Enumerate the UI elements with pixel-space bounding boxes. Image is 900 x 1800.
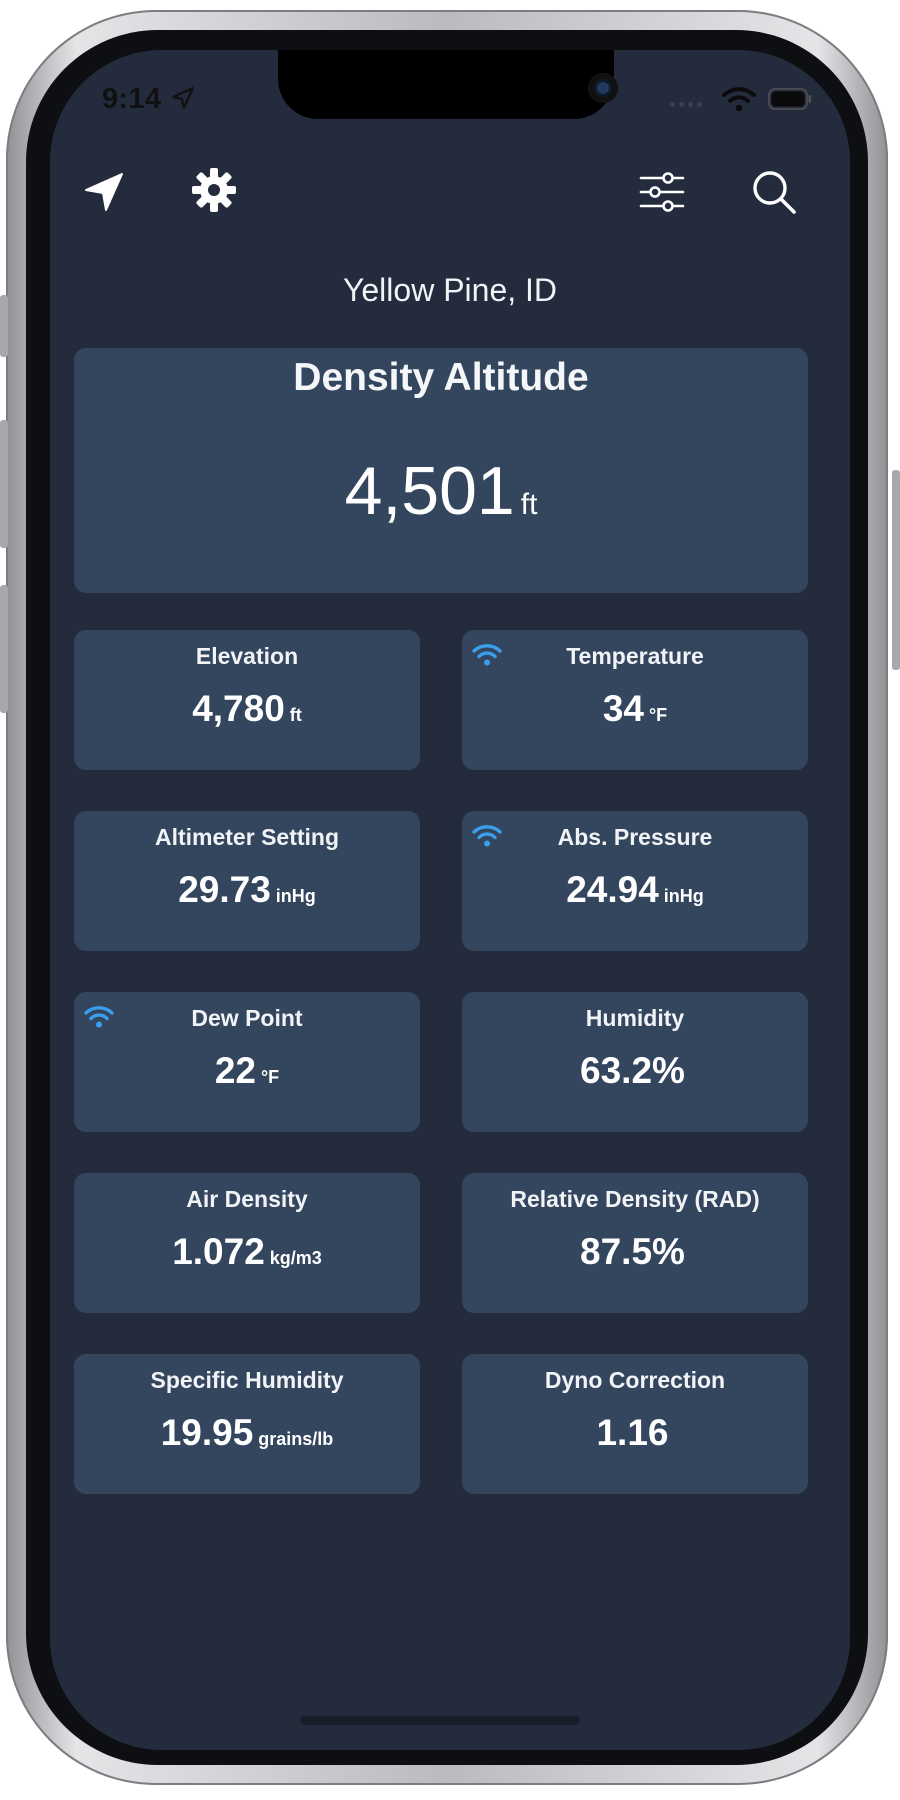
card-value: 1.16 (462, 1412, 808, 1454)
air-density-card[interactable]: Air Density 1.072 kg/m3 (74, 1173, 420, 1313)
card-unit: kg/m3 (269, 1248, 322, 1268)
volume-up-button (0, 420, 8, 548)
card-value: 19.95 grains/lb (74, 1412, 420, 1454)
card-title: Abs. Pressure (557, 824, 713, 850)
card-value: 34 °F (462, 688, 808, 730)
signal-dots-icon (670, 102, 702, 107)
card-unit: °F (648, 705, 668, 725)
notch (278, 50, 618, 119)
specific-humidity-card[interactable]: Specific Humidity 19.95 grains/lb (74, 1354, 420, 1494)
card-unit: inHg (663, 886, 704, 906)
card-number: 29.73 (178, 869, 271, 910)
card-number: 19.95 (160, 1412, 254, 1453)
humidity-card[interactable]: Humidity 63.2% (462, 992, 808, 1132)
density-altitude-unit: ft (520, 488, 538, 521)
card-value: 63.2% (462, 1050, 808, 1092)
battery-icon (768, 88, 811, 110)
density-altitude-title: Density Altitude (293, 356, 589, 399)
density-altitude-card[interactable]: Density Altitude 4,501 ft (74, 348, 808, 593)
card-number: 87.5% (580, 1231, 685, 1272)
card-title: Humidity (585, 1005, 685, 1031)
abs-pressure-card[interactable]: Abs. Pressure 24.94 inHg (462, 811, 808, 951)
card-unit: ft (289, 705, 302, 725)
card-number: 34 (602, 688, 644, 729)
card-number: 1.072 (172, 1231, 265, 1272)
app-screen: 9:14 Yellow Pine, ID Density Altitude 4,… (50, 50, 850, 1750)
gear-icon[interactable] (190, 166, 238, 214)
camera (588, 73, 618, 103)
search-icon[interactable] (750, 168, 798, 216)
elevation-card[interactable]: Elevation 4,780 ft (74, 630, 420, 770)
dyno-correction-card[interactable]: Dyno Correction 1.16 (462, 1354, 808, 1494)
card-number: 24.94 (566, 869, 659, 910)
card-title: Specific Humidity (150, 1367, 344, 1393)
card-title: Relative Density (RAD) (510, 1186, 760, 1212)
card-title: Elevation (195, 643, 299, 669)
sliders-icon[interactable] (638, 168, 686, 216)
card-number: 1.16 (596, 1412, 669, 1453)
card-number: 63.2% (580, 1050, 685, 1091)
card-value: 4,780 ft (74, 688, 420, 730)
card-number: 22 (214, 1050, 256, 1091)
location-title: Yellow Pine, ID (342, 272, 558, 308)
volume-down-button (0, 585, 8, 713)
card-unit: grains/lb (258, 1429, 334, 1449)
status-time: 9:14 (102, 83, 162, 115)
card-value: 87.5% (462, 1231, 808, 1273)
card-value: 29.73 inHg (74, 869, 420, 911)
silent-switch (0, 295, 8, 357)
card-value: 1.072 kg/m3 (74, 1231, 420, 1273)
power-button (892, 470, 900, 670)
density-altitude-number: 4,501 (344, 453, 515, 529)
card-number: 4,780 (192, 688, 285, 729)
card-unit: °F (260, 1067, 280, 1087)
home-indicator[interactable] (300, 1716, 580, 1725)
card-title: Dyno Correction (544, 1367, 726, 1393)
dew-point-card[interactable]: Dew Point 22 °F (74, 992, 420, 1132)
card-title: Air Density (186, 1186, 308, 1212)
temperature-card[interactable]: Temperature 34 °F (462, 630, 808, 770)
altimeter-setting-card[interactable]: Altimeter Setting 29.73 inHg (74, 811, 420, 951)
relative-density-card[interactable]: Relative Density (RAD) 87.5% (462, 1173, 808, 1313)
location-arrow-icon[interactable] (80, 168, 128, 216)
location-services-icon (172, 87, 194, 109)
card-value: 24.94 inHg (462, 869, 808, 911)
card-value: 22 °F (74, 1050, 420, 1092)
density-altitude-value: 4,501 ft (74, 452, 808, 530)
card-title: Altimeter Setting (154, 824, 340, 850)
card-unit: inHg (275, 886, 316, 906)
card-title: Temperature (566, 643, 704, 669)
wifi-status-icon (722, 87, 756, 112)
card-title: Dew Point (191, 1005, 303, 1031)
